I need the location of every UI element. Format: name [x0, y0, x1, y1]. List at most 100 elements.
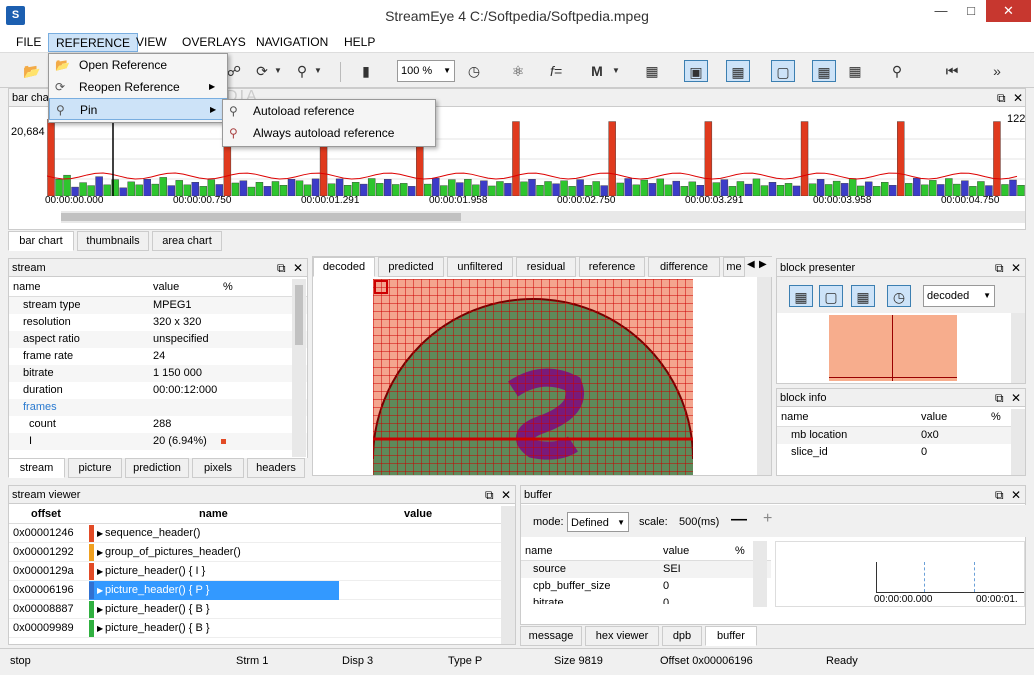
column-header[interactable]: %	[223, 277, 233, 297]
float-icon[interactable]: ⧉	[277, 259, 286, 277]
bar-11[interactable]	[127, 181, 135, 196]
bar-1[interactable]	[47, 119, 55, 196]
bar-75[interactable]	[640, 179, 648, 196]
table-row[interactable]: frame rate 24	[9, 348, 307, 365]
table-row[interactable]: resolution 320 x 320	[9, 314, 307, 331]
tab-me[interactable]: me	[723, 257, 745, 277]
bar-17[interactable]	[175, 180, 183, 196]
bar-109[interactable]	[913, 177, 921, 196]
column-header[interactable]: %	[735, 541, 745, 561]
bar-19[interactable]	[191, 182, 200, 196]
bar-5[interactable]	[79, 182, 87, 196]
menu-reference[interactable]: REFERENCE	[48, 33, 139, 52]
zoom-select[interactable]: 100 % ▼	[397, 60, 455, 82]
bar-29[interactable]	[271, 181, 280, 196]
bar-115[interactable]	[961, 180, 969, 196]
bar-91[interactable]	[768, 182, 777, 196]
close-panel-icon[interactable]: ✕	[293, 259, 303, 277]
bar-77[interactable]	[656, 178, 664, 196]
bar-7[interactable]	[95, 176, 103, 196]
column-header[interactable]: name	[199, 504, 228, 524]
table-row[interactable]: 0x00008887 ▶ picture_header() { B }	[9, 600, 515, 619]
decoded-picture[interactable]	[373, 279, 693, 475]
bar-81[interactable]	[688, 181, 697, 196]
maximize-icon[interactable]: □	[956, 0, 986, 22]
float-icon[interactable]: ⧉	[997, 89, 1006, 107]
buffer-mode-select[interactable]: Defined ▼	[567, 512, 629, 532]
bar-53[interactable]	[464, 179, 472, 196]
macroblock-icon[interactable]: M	[585, 60, 609, 82]
table-row[interactable]: 0x00009989 ▶ picture_header() { B }	[9, 619, 515, 638]
table-row[interactable]: 0x00001246 ▶ sequence_header()	[9, 524, 515, 543]
bar-113[interactable]	[945, 178, 953, 196]
bar-37[interactable]	[335, 178, 344, 196]
tab-predicted[interactable]: predicted	[378, 257, 444, 277]
menu-autoload-reference[interactable]: ⚲ Autoload reference	[223, 100, 435, 122]
overlay-icon[interactable]: ▣	[684, 60, 708, 82]
tab-message[interactable]: message	[520, 626, 582, 646]
bar-2[interactable]	[55, 179, 63, 196]
bar-32[interactable]	[295, 180, 304, 196]
bar-97[interactable]	[816, 179, 825, 196]
clock-icon[interactable]: ◷	[462, 60, 486, 82]
bar-59[interactable]	[512, 121, 520, 196]
cell-name-container[interactable]: ▶ picture_header() { B }	[89, 619, 339, 638]
refresh-icon[interactable]: ⟳	[250, 60, 274, 82]
table-row[interactable]: bitrate 1 150 000	[9, 365, 307, 382]
close-panel-icon[interactable]: ✕	[501, 486, 511, 504]
bar-chart-icon[interactable]: ▮	[354, 60, 378, 82]
bar-107[interactable]	[897, 121, 905, 196]
chevron-down-icon[interactable]: ▼	[610, 60, 622, 82]
scrollbar-thumb[interactable]	[61, 213, 461, 221]
menu-overlays[interactable]: OVERLAYS	[175, 33, 253, 52]
bar-117[interactable]	[977, 181, 985, 196]
table-row[interactable]: aspect ratio unspecified	[9, 331, 307, 348]
table-row[interactable]: frames	[9, 399, 307, 416]
table-row[interactable]: 0x0000129a ▶ picture_header() { I }	[9, 562, 515, 581]
bar-79[interactable]	[672, 180, 680, 196]
bar-121[interactable]	[1009, 179, 1017, 196]
tab-thumbnails[interactable]: thumbnails	[77, 231, 149, 251]
cell-name-container[interactable]: ▶ picture_header() { P }	[89, 581, 339, 600]
bar-67[interactable]	[576, 179, 584, 196]
menu-navigation[interactable]: NAVIGATION	[249, 33, 335, 52]
more-icon[interactable]: »	[985, 60, 1009, 82]
bar-101[interactable]	[848, 178, 857, 196]
bar-39[interactable]	[351, 182, 360, 196]
table-row[interactable]: mb location 0x0	[777, 427, 1025, 444]
column-header[interactable]: value	[663, 541, 689, 561]
bug-icon[interactable]: ⚛	[506, 60, 530, 82]
expand-icon[interactable]: ▶	[97, 581, 103, 600]
vertical-scrollbar[interactable]	[1011, 313, 1025, 383]
bar-43[interactable]	[383, 179, 392, 196]
expand-icon[interactable]: ▶	[97, 543, 103, 562]
tab-hex-viewer[interactable]: hex viewer	[585, 626, 659, 646]
close-panel-icon[interactable]: ✕	[1011, 389, 1021, 407]
scrollbar-thumb[interactable]	[295, 285, 303, 345]
tab-difference[interactable]: difference	[648, 257, 720, 277]
bar-95[interactable]	[800, 121, 809, 196]
bar-51[interactable]	[448, 179, 456, 196]
table-row[interactable]: duration 00:00:12:000	[9, 382, 307, 399]
column-header[interactable]: offset	[31, 504, 61, 524]
bar-87[interactable]	[736, 181, 745, 196]
zoom-out-icon[interactable]: —	[731, 511, 747, 529]
tab-area-chart[interactable]: area chart	[152, 231, 222, 251]
vertical-scrollbar[interactable]	[292, 279, 306, 457]
bar-71[interactable]	[608, 121, 616, 196]
vertical-scrollbar[interactable]	[501, 506, 515, 644]
bar-15[interactable]	[159, 177, 167, 196]
clock-icon[interactable]: ◷	[887, 285, 911, 307]
bar-69[interactable]	[592, 181, 600, 196]
table-row[interactable]: count 288	[9, 416, 307, 433]
float-icon[interactable]: ⧉	[995, 389, 1004, 407]
float-icon[interactable]: ⧉	[485, 486, 494, 504]
tab-left-icon[interactable]: ◀	[747, 259, 755, 270]
zoom-in-icon[interactable]: +	[763, 510, 772, 528]
cell-name-container[interactable]: ▶ picture_header() { I }	[89, 562, 339, 581]
tab-unfiltered[interactable]: unfiltered	[447, 257, 513, 277]
column-header[interactable]: value	[153, 277, 179, 297]
motion-icon[interactable]: ▢	[771, 60, 795, 82]
bar-119[interactable]	[993, 121, 1001, 196]
vertical-scrollbar[interactable]	[1011, 409, 1025, 475]
